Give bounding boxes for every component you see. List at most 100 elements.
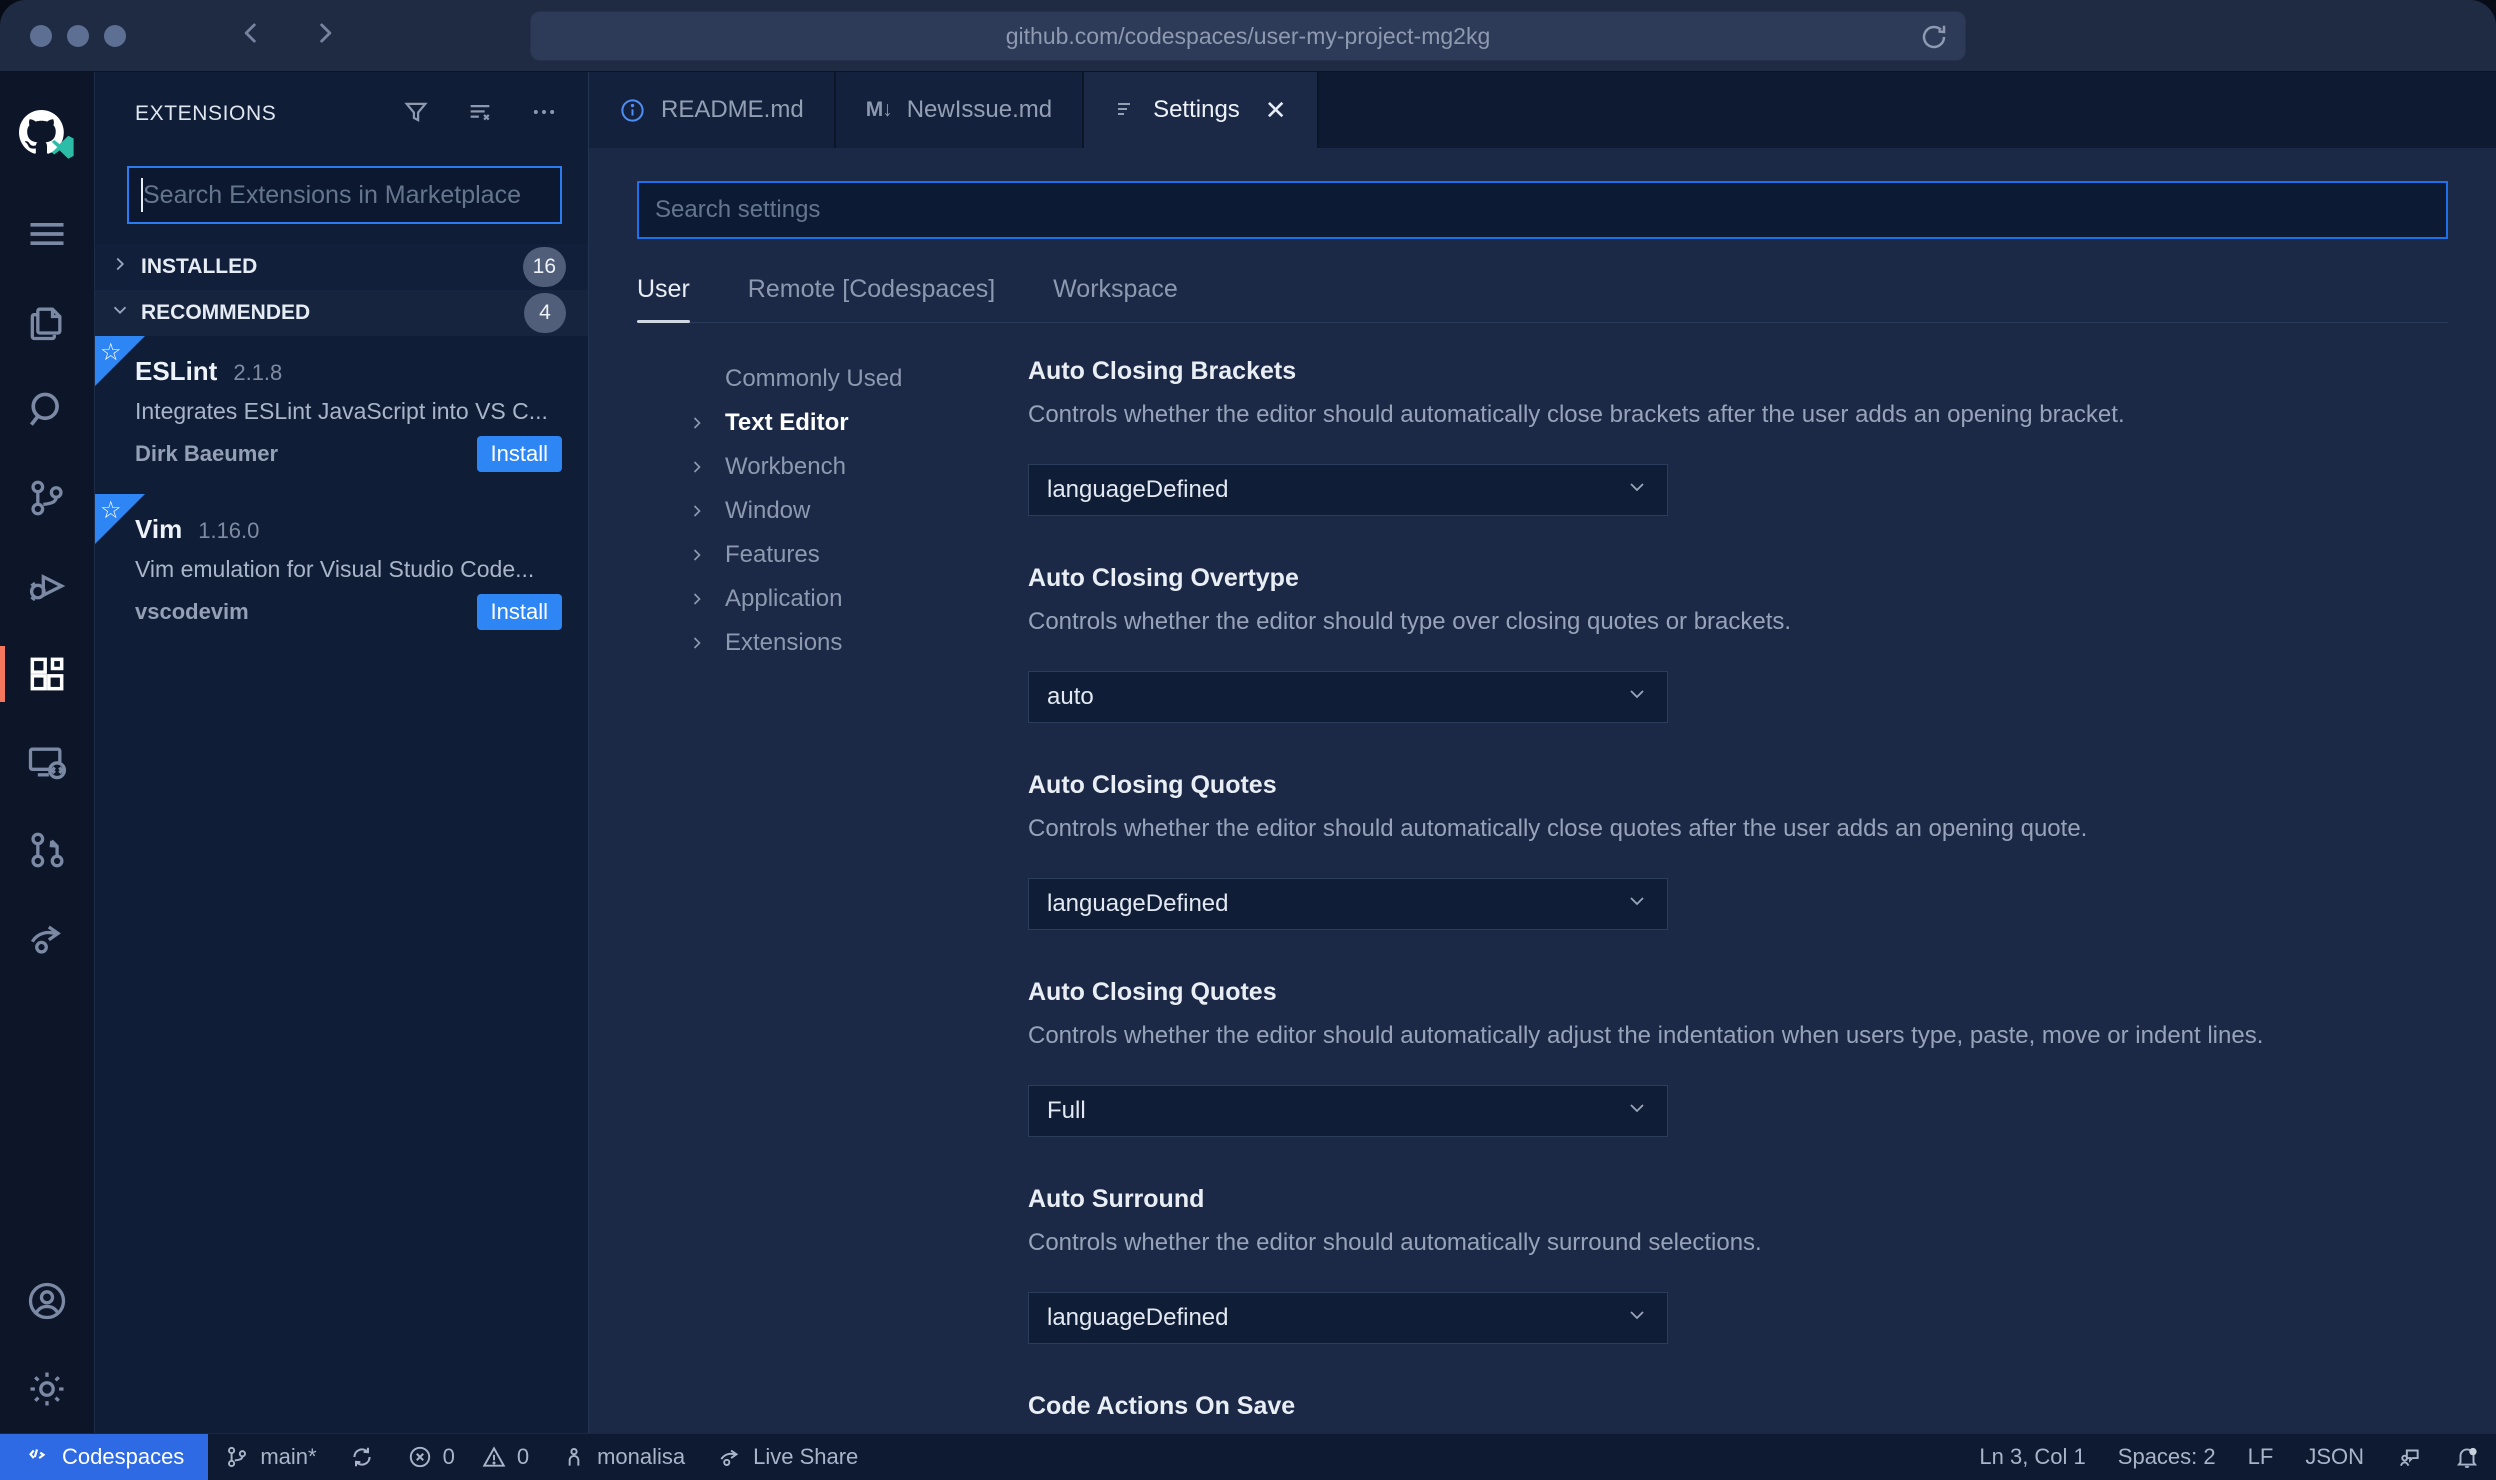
installed-section-header[interactable]: INSTALLED 16 [95,244,588,290]
explorer-icon[interactable] [0,278,94,366]
codespaces-remote-button[interactable]: Codespaces [0,1434,209,1480]
tree-item-text-editor[interactable]: Text Editor [687,401,1009,445]
tab-readme[interactable]: README.md [589,72,836,148]
setting-dropdown[interactable]: languageDefined [1028,464,1668,516]
setting-title: Auto Surround [1028,1185,1205,1213]
markdown-icon: M↓ [865,98,893,121]
tree-item-window[interactable]: Window [687,489,1009,533]
install-button[interactable]: Install [476,594,562,630]
run-debug-icon[interactable] [0,542,94,630]
scope-tab-remote[interactable]: Remote [Codespaces] [748,275,995,322]
recommended-section-header[interactable]: RECOMMENDED 4 [95,290,588,336]
settings-search-input[interactable] [655,196,2430,224]
forward-icon[interactable] [310,19,338,52]
tree-item-label: Workbench [725,453,846,480]
window-controls [30,24,126,47]
sidebar-title: EXTENSIONS [135,102,277,125]
recommended-ribbon-icon: ☆ [95,494,145,544]
reload-icon[interactable] [1919,22,1949,58]
source-control-icon[interactable] [0,454,94,542]
tab-label: README.md [661,96,804,123]
close-tab-icon[interactable]: ✕ [1265,95,1287,126]
indentation-label: Spaces: 2 [2117,1444,2216,1469]
setting-auto-surround: Auto Surround Controls whether the edito… [1028,1185,2448,1344]
status-bar: Codespaces main* 0 0 monalisa Live Share… [0,1433,2496,1480]
recommended-ribbon-icon: ☆ [95,336,145,386]
back-icon[interactable] [238,19,266,52]
eol-indicator[interactable]: LF [2232,1434,2290,1480]
extension-item-vim[interactable]: ☆ Vim 1.16.0 Vim emulation for Visual St… [95,494,588,652]
branch-indicator[interactable]: main* [208,1434,332,1480]
extension-version: 1.16.0 [198,518,260,543]
tab-newissue[interactable]: M↓ NewIssue.md [835,72,1085,148]
live-share-icon[interactable] [0,894,94,982]
setting-description: Controls whether the editor should type … [1028,608,1792,635]
setting-description: Controls whether the editor should autom… [1028,815,2088,842]
extensions-icon[interactable] [0,630,94,718]
tree-item-extensions[interactable]: Extensions [687,621,1009,665]
tree-item-commonly-used[interactable]: Commonly Used [687,357,1009,401]
cursor-position[interactable]: Ln 3, Col 1 [1963,1434,2101,1480]
setting-title: Auto Closing Quotes [1028,978,1277,1006]
setting-auto-closing-overtype: Auto Closing Overtype Controls whether t… [1028,564,2448,723]
setting-description: Controls whether the editor should autom… [1028,1229,1762,1256]
extension-description: Vim emulation for Visual Studio Code... [135,556,535,582]
setting-title: Auto Closing Brackets [1028,357,1297,385]
github-logo[interactable] [0,86,94,190]
extensions-search-box[interactable] [127,166,562,224]
setting-description: Controls whether the editor should autom… [1028,1022,2264,1049]
language-mode[interactable]: JSON [2289,1434,2380,1480]
filter-icon[interactable] [402,98,430,131]
remote-explorer-icon[interactable] [0,718,94,806]
codespaces-label: Codespaces [62,1444,185,1469]
live-share-button[interactable]: Live Share [701,1434,874,1480]
tree-item-label: Window [725,497,811,524]
extension-item-eslint[interactable]: ☆ ESLint 2.1.8 Integrates ESLint JavaScr… [95,336,588,494]
tree-item-workbench[interactable]: Workbench [687,445,1009,489]
menu-icon[interactable] [0,190,94,278]
window-minimize-button[interactable] [67,24,89,47]
scope-tab-user[interactable]: User [637,275,690,323]
install-button[interactable]: Install [476,436,562,472]
chevron-down-icon [109,299,131,327]
setting-title: Code Actions On Save [1028,1392,1296,1420]
feedback-icon[interactable] [2380,1434,2438,1480]
setting-dropdown[interactable]: Full [1028,1085,1668,1137]
setting-dropdown[interactable]: languageDefined [1028,1292,1668,1344]
setting-code-actions-on-save: Code Actions On Save [1028,1392,2448,1421]
indentation-indicator[interactable]: Spaces: 2 [2102,1434,2232,1480]
more-actions-icon[interactable] [530,98,558,131]
chevron-down-icon [1625,889,1649,920]
settings-list: Auto Closing Brackets Controls whether t… [1009,357,2448,1433]
window-maximize-button[interactable] [104,24,126,47]
settings-search-box[interactable] [637,181,2448,239]
tab-settings[interactable]: Settings ✕ [1084,72,1319,148]
chevron-down-icon [1625,682,1649,713]
scope-tab-workspace[interactable]: Workspace [1053,275,1178,322]
problems-indicator[interactable]: 0 0 [391,1434,546,1480]
pull-requests-icon[interactable] [0,806,94,894]
settings-editor-icon [1114,98,1138,122]
error-count: 0 [442,1444,455,1469]
search-icon[interactable] [0,366,94,454]
tree-item-features[interactable]: Features [687,533,1009,577]
tree-item-application[interactable]: Application [687,577,1009,621]
user-indicator[interactable]: monalisa [545,1434,701,1480]
setting-auto-closing-quotes-2: Auto Closing Quotes Controls whether the… [1028,978,2448,1137]
setting-dropdown[interactable]: languageDefined [1028,878,1668,930]
extensions-search-input[interactable] [143,180,548,210]
address-bar[interactable]: github.com/codespaces/user-my-project-mg… [530,11,1966,61]
settings-editor: User Remote [Codespaces] Workspace Commo… [589,148,2496,1433]
tree-item-label: Application [725,585,843,612]
window-close-button[interactable] [30,24,52,47]
notifications-bell-icon[interactable] [2438,1434,2496,1480]
clear-extension-search-icon[interactable] [466,98,494,131]
account-icon[interactable] [0,1257,94,1345]
extension-description: Integrates ESLint JavaScript into VS C..… [135,398,548,424]
setting-dropdown[interactable]: auto [1028,671,1668,723]
sync-button[interactable] [333,1434,391,1480]
tab-label: NewIssue.md [906,96,1053,123]
settings-gear-icon[interactable] [0,1345,94,1433]
chevron-down-icon [1625,1096,1649,1127]
tab-bar: README.md M↓ NewIssue.md Settings ✕ [589,72,2496,148]
